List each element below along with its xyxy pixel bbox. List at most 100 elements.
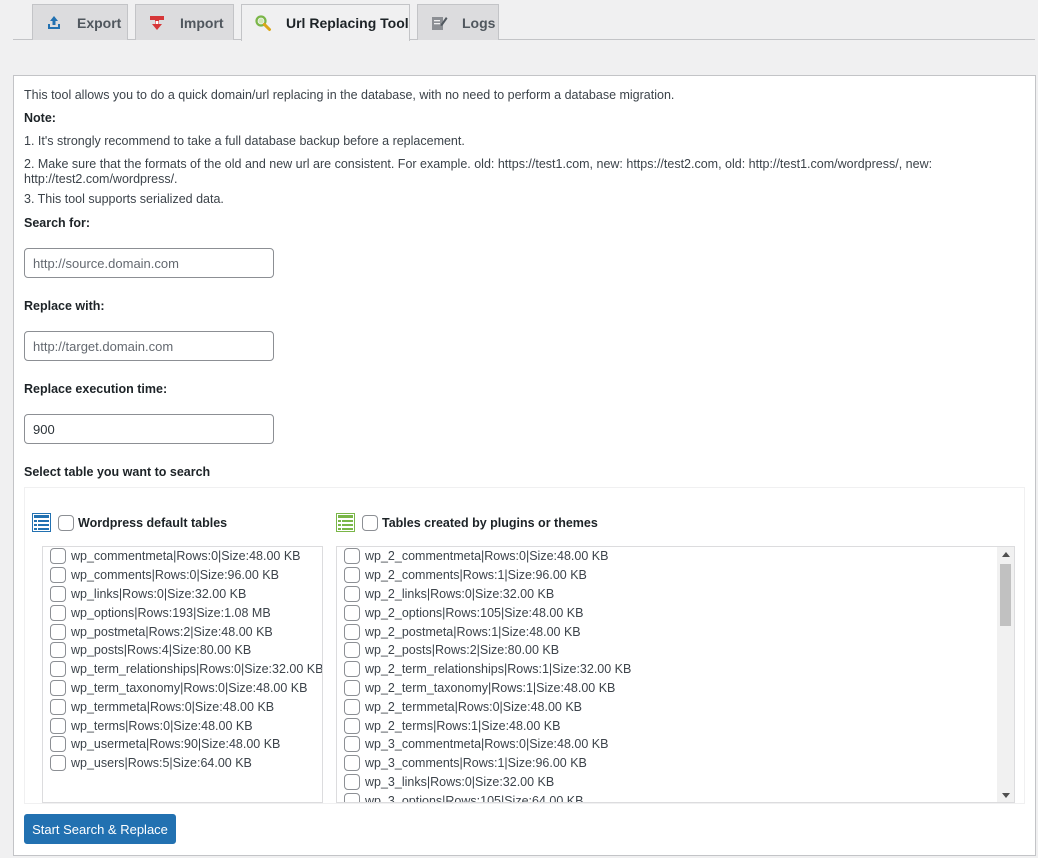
table-checkbox[interactable] — [344, 661, 360, 678]
table-row[interactable]: wp_terms|Rows:0|Size:48.00 KB — [43, 716, 322, 735]
table-checkbox[interactable] — [344, 567, 360, 584]
table-checkbox[interactable] — [344, 585, 360, 602]
tab-export[interactable]: Export — [32, 4, 128, 40]
plugin-tables-select-all-checkbox[interactable] — [362, 514, 378, 531]
table-checkbox[interactable] — [344, 736, 360, 753]
table-row-label: wp_3_comments|Rows:1|Size:96.00 KB — [365, 756, 587, 771]
export-upload-icon — [45, 14, 63, 32]
table-row-label: wp_2_links|Rows:0|Size:32.00 KB — [365, 586, 555, 601]
table-row[interactable]: wp_posts|Rows:4|Size:80.00 KB — [43, 641, 322, 660]
table-checkbox[interactable] — [50, 585, 66, 602]
tab-label: Logs — [462, 14, 496, 31]
table-checkbox[interactable] — [50, 717, 66, 734]
table-row-label: wp_3_links|Rows:0|Size:32.00 KB — [365, 774, 555, 789]
table-row[interactable]: wp_2_term_taxonomy|Rows:1|Size:48.00 KB — [337, 679, 1014, 698]
table-row-label: wp_2_postmeta|Rows:1|Size:48.00 KB — [365, 624, 581, 639]
table-row[interactable]: wp_2_options|Rows:105|Size:48.00 KB — [337, 603, 1014, 622]
magnifier-icon — [254, 14, 272, 32]
table-checkbox[interactable] — [344, 548, 360, 565]
replace-with-label: Replace with: — [24, 299, 105, 313]
default-tables-header: Wordpress default tables — [32, 513, 227, 532]
scroll-up-arrow-icon[interactable] — [997, 547, 1014, 561]
table-row[interactable]: wp_2_termmeta|Rows:0|Size:48.00 KB — [337, 697, 1014, 716]
table-checkbox[interactable] — [344, 773, 360, 790]
table-row[interactable]: wp_2_term_relationships|Rows:1|Size:32.0… — [337, 660, 1014, 679]
scroll-down-arrow-icon[interactable] — [997, 788, 1014, 802]
table-row[interactable]: wp_term_taxonomy|Rows:0|Size:48.00 KB — [43, 679, 322, 698]
table-checkbox[interactable] — [50, 698, 66, 715]
table-checkbox[interactable] — [50, 548, 66, 565]
table-row-label: wp_comments|Rows:0|Size:96.00 KB — [71, 568, 279, 583]
table-row[interactable]: wp_2_terms|Rows:1|Size:48.00 KB — [337, 716, 1014, 735]
table-row[interactable]: wp_2_posts|Rows:2|Size:80.00 KB — [337, 641, 1014, 660]
tab-label: Url Replacing Tool — [286, 15, 409, 31]
table-checkbox[interactable] — [344, 679, 360, 696]
plugin-tables-list[interactable]: wp_2_commentmeta|Rows:0|Size:48.00 KB wp_… — [336, 546, 1015, 803]
note-3: 3. This tool supports serialized data. — [24, 192, 224, 206]
note-2: 2. Make sure that the formats of the old… — [24, 157, 933, 186]
url-replace-panel: This tool allows you to do a quick domai… — [13, 75, 1036, 856]
table-row-label: wp_2_termmeta|Rows:0|Size:48.00 KB — [365, 699, 583, 714]
table-checkbox[interactable] — [344, 755, 360, 772]
replace-with-input[interactable] — [24, 331, 274, 361]
table-checkbox[interactable] — [50, 679, 66, 696]
table-row-label: wp_2_posts|Rows:2|Size:80.00 KB — [365, 643, 560, 658]
table-row[interactable]: wp_2_commentmeta|Rows:0|Size:48.00 KB — [337, 547, 1014, 566]
table-row[interactable]: wp_term_relationships|Rows:0|Size:32.00 … — [43, 660, 322, 679]
table-row[interactable]: wp_2_links|Rows:0|Size:32.00 KB — [337, 585, 1014, 604]
plugin-tables-scrollbar[interactable] — [997, 547, 1014, 802]
table-row-label: wp_2_term_relationships|Rows:1|Size:32.0… — [365, 662, 632, 677]
table-row[interactable]: wp_usermeta|Rows:90|Size:48.00 KB — [43, 735, 322, 754]
tab-url-replacing-tool[interactable]: Url Replacing Tool — [241, 4, 410, 41]
table-row[interactable]: wp_3_options|Rows:105|Size:64.00 KB — [337, 791, 1014, 802]
table-checkbox[interactable] — [50, 604, 66, 621]
table-row[interactable]: wp_termmeta|Rows:0|Size:48.00 KB — [43, 697, 322, 716]
table-row[interactable]: wp_options|Rows:193|Size:1.08 MB — [43, 603, 322, 622]
table-row[interactable]: wp_comments|Rows:0|Size:96.00 KB — [43, 566, 322, 585]
table-row-label: wp_postmeta|Rows:2|Size:48.00 KB — [71, 624, 273, 639]
table-checkbox[interactable] — [50, 567, 66, 584]
execution-time-input[interactable] — [24, 414, 274, 444]
table-row-label: wp_usermeta|Rows:90|Size:48.00 KB — [71, 737, 281, 752]
table-checkbox[interactable] — [50, 661, 66, 678]
table-row-label: wp_2_options|Rows:105|Size:48.00 KB — [365, 605, 584, 620]
table-checkbox[interactable] — [344, 792, 360, 802]
table-checkbox[interactable] — [50, 755, 66, 772]
tab-import[interactable]: Import — [135, 4, 234, 40]
table-row-label: wp_commentmeta|Rows:0|Size:48.00 KB — [71, 549, 301, 564]
execution-time-label: Replace execution time: — [24, 382, 168, 396]
tab-logs[interactable]: Logs — [417, 4, 499, 40]
plugin-tables-heading: Tables created by plugins or themes — [382, 515, 598, 530]
table-row-label: wp_terms|Rows:0|Size:48.00 KB — [71, 718, 253, 733]
table-checkbox[interactable] — [50, 623, 66, 640]
table-row[interactable]: wp_commentmeta|Rows:0|Size:48.00 KB — [43, 547, 322, 566]
table-row[interactable]: wp_3_commentmeta|Rows:0|Size:48.00 KB — [337, 735, 1014, 754]
table-row[interactable]: wp_users|Rows:5|Size:64.00 KB — [43, 754, 322, 773]
table-row[interactable]: wp_3_comments|Rows:1|Size:96.00 KB — [337, 754, 1014, 773]
search-for-label: Search for: — [24, 216, 90, 230]
start-search-replace-button[interactable]: Start Search & Replace — [24, 814, 176, 844]
default-tables-list[interactable]: wp_commentmeta|Rows:0|Size:48.00 KB wp_co… — [42, 546, 323, 803]
plugin-tables-header: Tables created by plugins or themes — [336, 513, 598, 532]
table-row[interactable]: wp_postmeta|Rows:2|Size:48.00 KB — [43, 622, 322, 641]
table-row[interactable]: wp_2_comments|Rows:1|Size:96.00 KB — [337, 566, 1014, 585]
table-checkbox[interactable] — [344, 717, 360, 734]
scrollbar-thumb[interactable] — [1000, 564, 1011, 626]
table-row-label: wp_term_taxonomy|Rows:0|Size:48.00 KB — [71, 680, 308, 695]
edit-note-icon — [430, 14, 448, 32]
table-checkbox[interactable] — [50, 736, 66, 753]
default-tables-select-all-checkbox[interactable] — [58, 514, 74, 531]
table-row[interactable]: wp_3_links|Rows:0|Size:32.00 KB — [337, 773, 1014, 792]
table-checkbox[interactable] — [344, 604, 360, 621]
table-row[interactable]: wp_2_postmeta|Rows:1|Size:48.00 KB — [337, 622, 1014, 641]
table-checkbox[interactable] — [344, 698, 360, 715]
table-row-label: wp_users|Rows:5|Size:64.00 KB — [71, 756, 252, 771]
note-1: 1. It's strongly recommend to take a ful… — [24, 134, 465, 148]
table-checkbox[interactable] — [344, 623, 360, 640]
intro-text: This tool allows you to do a quick domai… — [24, 88, 675, 102]
table-row-label: wp_term_relationships|Rows:0|Size:32.00 … — [71, 662, 323, 677]
table-checkbox[interactable] — [344, 642, 360, 659]
table-row[interactable]: wp_links|Rows:0|Size:32.00 KB — [43, 585, 322, 604]
search-for-input[interactable] — [24, 248, 274, 278]
table-checkbox[interactable] — [50, 642, 66, 659]
